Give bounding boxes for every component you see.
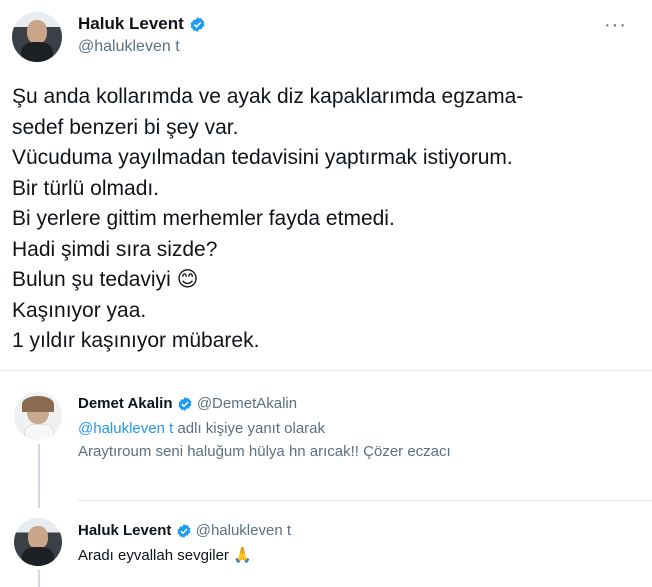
tweet-line: Bulun şu tedaviyi 😊 bbox=[12, 268, 199, 291]
more-icon[interactable]: ··· bbox=[604, 15, 627, 35]
tweet-body: Şu anda kollarımda ve ayak diz kapakları… bbox=[12, 82, 523, 357]
tweet-line: Bi yerlere gittim merhemler fayda etmedi… bbox=[12, 207, 395, 230]
tweet-line: Vücuduma yayılmadan tedavisini yaptırmak… bbox=[12, 146, 513, 169]
replying-to: @halukleven t adlı kişiye yanıt olarak bbox=[78, 420, 325, 437]
avatar[interactable] bbox=[14, 392, 62, 440]
tweet-line: Hadi şimdi sıra sizde? bbox=[12, 237, 218, 261]
verified-badge-icon bbox=[190, 17, 204, 32]
tweet-line: Şu anda kollarımda ve ayak diz kapakları… bbox=[12, 85, 524, 108]
reply-text: Aradı eyvallah sevgiler 🙏 bbox=[78, 546, 252, 564]
tweet-line: sedef benzeri bi şey var. bbox=[12, 115, 239, 139]
avatar[interactable] bbox=[14, 518, 62, 566]
tweet-line: Kaşınıyor yaa. bbox=[12, 298, 147, 322]
reply-text: Araytıroum seni haluğum hülya hn arıcak!… bbox=[78, 443, 451, 460]
author-handle[interactable]: @DemetAkalin bbox=[197, 395, 297, 412]
folded-hands-emoji: 🙏 bbox=[233, 547, 252, 564]
author-handle[interactable]: @halukleven t bbox=[78, 38, 180, 56]
thread-line bbox=[38, 444, 40, 508]
tweet-line: Bir türlü olmadı. bbox=[12, 176, 160, 200]
reply-text-content: Aradı eyvallah sevgiler bbox=[78, 547, 229, 564]
avatar[interactable] bbox=[12, 12, 62, 62]
author-handle[interactable]: @halukleven t bbox=[196, 522, 291, 539]
tweet-line: 1 yıldır kaşınıyor mübarek. bbox=[12, 329, 260, 352]
divider bbox=[0, 370, 652, 371]
reply-to-handle[interactable]: @halukleven t bbox=[78, 420, 173, 437]
divider bbox=[78, 500, 652, 501]
author-name[interactable]: Haluk Levent bbox=[78, 14, 206, 34]
author-name[interactable]: Demet Akalin bbox=[78, 395, 172, 412]
verified-badge-icon bbox=[178, 397, 192, 412]
author-name[interactable]: Haluk Levent bbox=[78, 522, 171, 539]
verified-badge-icon bbox=[177, 524, 191, 539]
smiling-face-emoji: 😊 bbox=[176, 268, 199, 291]
thread-line bbox=[38, 570, 40, 587]
reply-header[interactable]: Demet Akalin @DemetAkalin bbox=[78, 395, 297, 412]
reply-to-suffix: adlı kişiye yanıt olarak bbox=[177, 420, 326, 437]
reply-header[interactable]: Haluk Levent @halukleven t bbox=[78, 522, 291, 539]
